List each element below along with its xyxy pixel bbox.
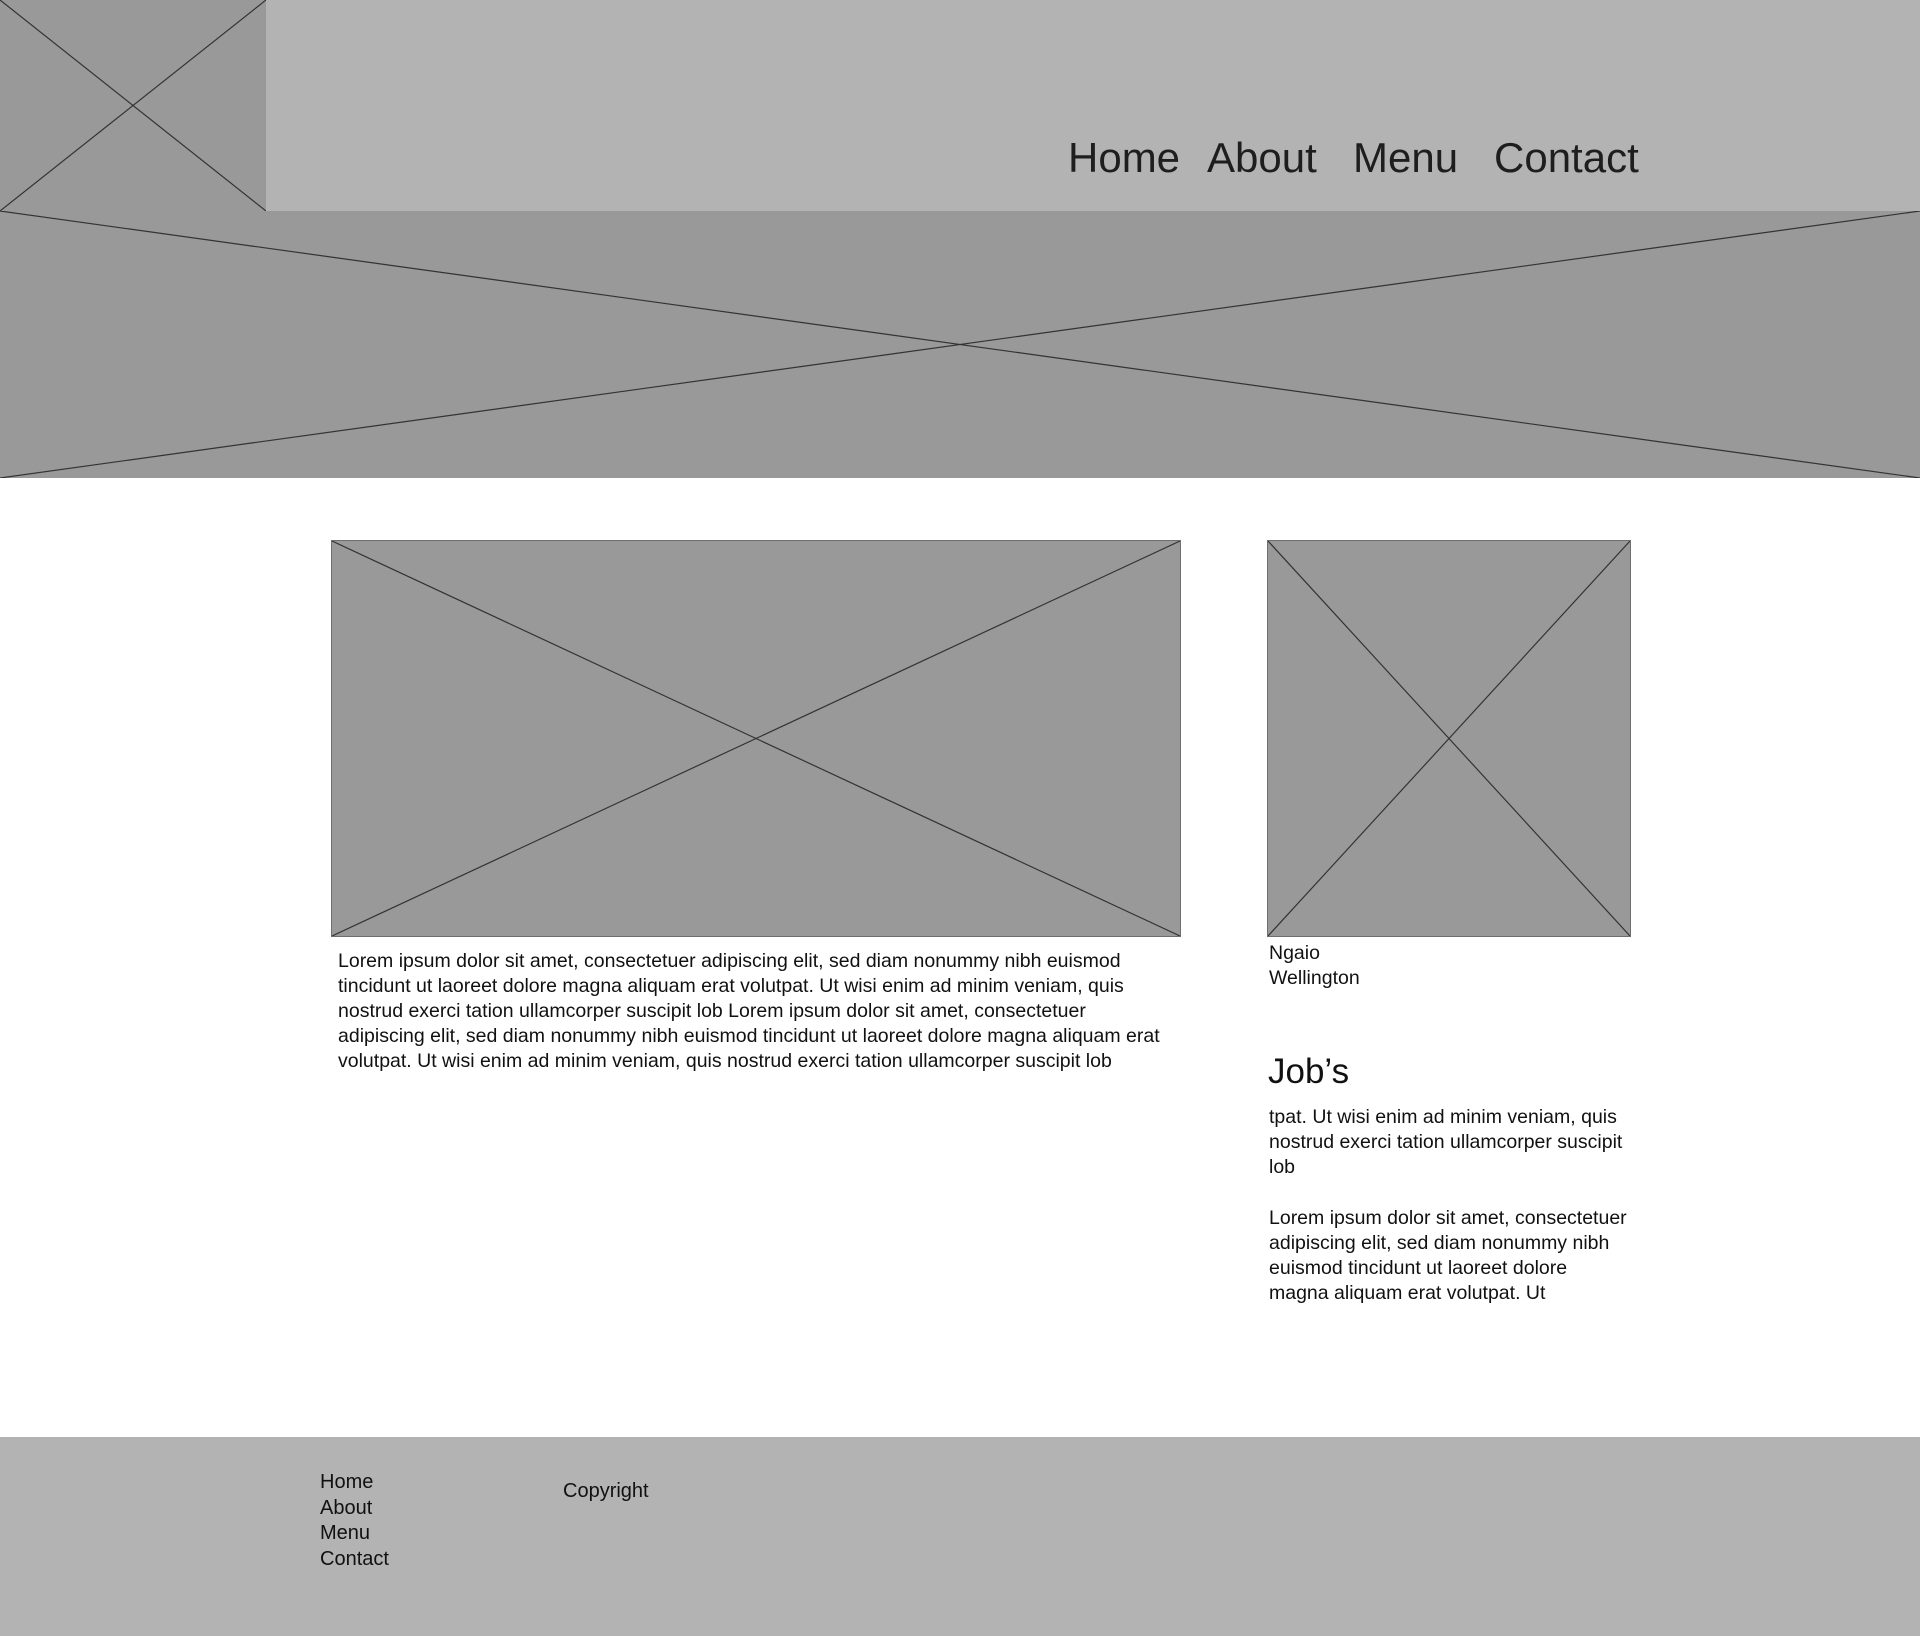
location-city: Wellington bbox=[1269, 967, 1360, 989]
main-content-image bbox=[331, 540, 1181, 937]
nav-about-link[interactable]: About bbox=[1207, 128, 1317, 188]
footer bbox=[0, 1437, 1920, 1636]
logo-placeholder-image[interactable] bbox=[0, 0, 266, 211]
jobs-paragraph-1: tpat. Ut wisi enim ad minim veniam, quis… bbox=[1269, 1106, 1623, 1178]
footer-nav: Home About Menu Contact bbox=[320, 1470, 389, 1572]
placeholder-cross-icon bbox=[0, 211, 1920, 478]
location-suburb: Ngaio bbox=[1269, 942, 1320, 964]
article-text: Lorem ipsum dolor sit amet, consectetuer… bbox=[338, 950, 1160, 1072]
placeholder-cross-icon bbox=[332, 541, 1180, 936]
nav-menu-link[interactable]: Menu bbox=[1353, 128, 1458, 188]
copyright-text: Copyright bbox=[563, 1480, 649, 1502]
jobs-heading: Job’s bbox=[1268, 1052, 1350, 1091]
sidebar-location: Ngaio Wellington bbox=[1269, 941, 1629, 991]
placeholder-cross-icon bbox=[0, 0, 266, 211]
footer-menu-link[interactable]: Menu bbox=[320, 1521, 389, 1547]
hero-banner-image bbox=[0, 211, 1920, 478]
placeholder-cross-icon bbox=[1268, 541, 1630, 936]
footer-contact-link[interactable]: Contact bbox=[320, 1547, 389, 1573]
footer-about-link[interactable]: About bbox=[320, 1496, 389, 1522]
jobs-paragraph-2: Lorem ipsum dolor sit amet, consectetuer… bbox=[1269, 1207, 1627, 1304]
nav-home-link[interactable]: Home bbox=[1068, 128, 1180, 188]
nav-contact-link[interactable]: Contact bbox=[1494, 128, 1639, 188]
footer-home-link[interactable]: Home bbox=[320, 1470, 389, 1496]
sidebar-image bbox=[1267, 540, 1631, 937]
